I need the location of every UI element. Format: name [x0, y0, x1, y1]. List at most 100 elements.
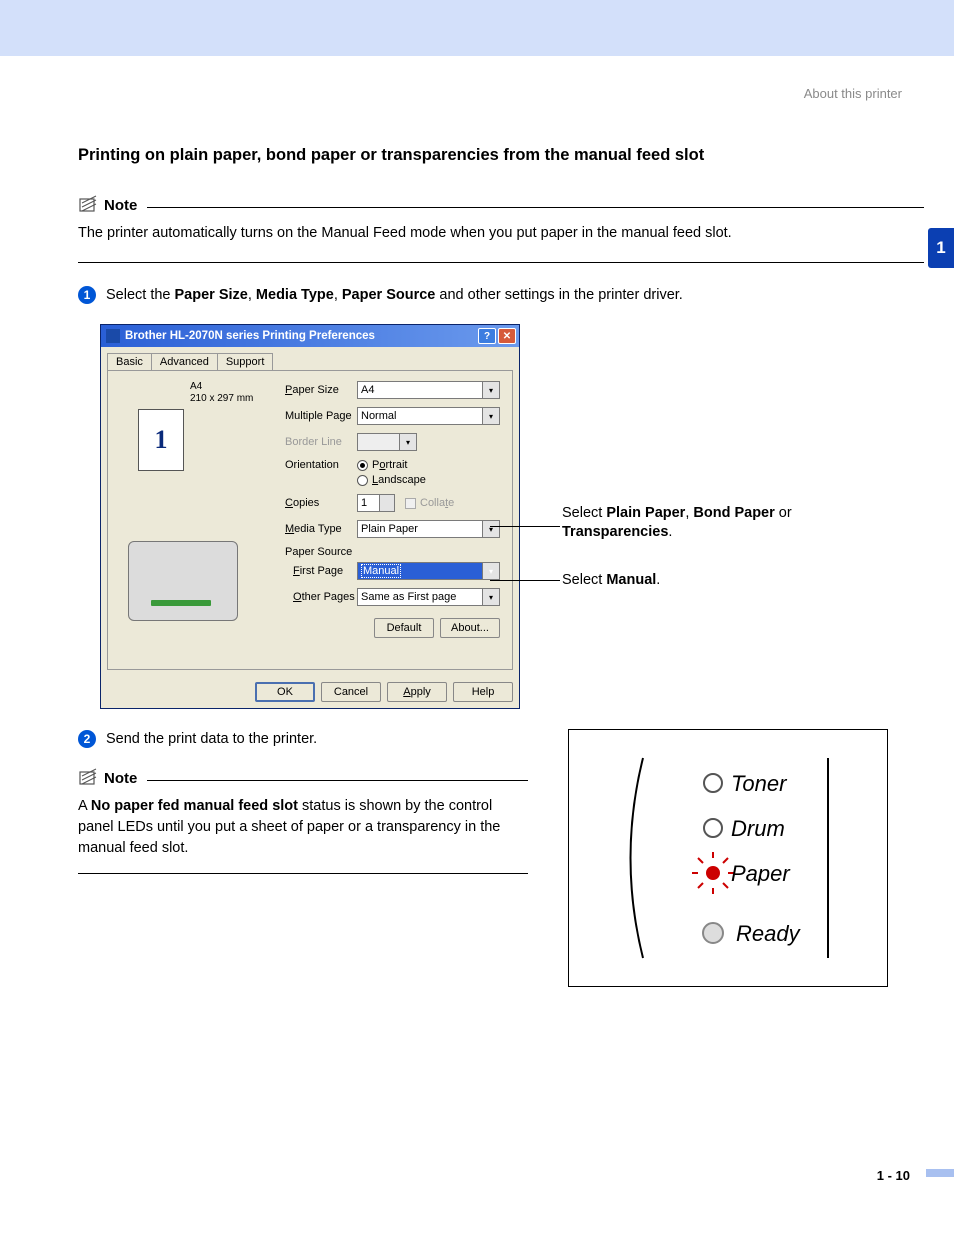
about-button[interactable]: About...	[440, 618, 500, 638]
app-icon	[106, 329, 120, 343]
note-block-1: Note The printer automatically turns on …	[78, 195, 924, 244]
close-icon[interactable]: ✕	[498, 328, 516, 344]
t: .	[656, 572, 660, 588]
tab-strip: Basic Advanced Support	[101, 347, 519, 370]
v: Normal	[361, 410, 396, 422]
tab-panel-basic: A4 210 x 297 mm 1 Paper Size A4 Multiple…	[107, 370, 513, 670]
combo-media-type[interactable]: Plain Paper	[357, 520, 500, 538]
v: A4	[361, 384, 374, 396]
tab-basic[interactable]: Basic	[107, 353, 152, 370]
t: Paper Size	[175, 287, 248, 303]
label-copies: Copies	[285, 497, 357, 509]
combo-border-line	[357, 433, 417, 451]
header-band	[0, 0, 954, 56]
t: Paper Source	[342, 287, 436, 303]
label-other-pages: Other Pages	[285, 591, 357, 603]
label-border-line: Border Line	[285, 436, 357, 448]
tab-support[interactable]: Support	[217, 353, 274, 370]
note-body-2: A No paper fed manual feed slot status i…	[78, 796, 528, 859]
note-block-2: Note A No paper fed manual feed slot sta…	[78, 768, 528, 859]
t: A	[78, 798, 91, 814]
page-content: About this printer Printing on plain pap…	[0, 56, 954, 987]
breadcrumb: About this printer	[78, 86, 902, 101]
combo-first-page[interactable]: Manual	[357, 562, 500, 580]
cancel-button[interactable]: Cancel	[321, 682, 381, 702]
note-label: Note	[104, 770, 137, 787]
pencil-note-icon	[78, 768, 98, 788]
window-title: Brother HL-2070N series Printing Prefere…	[125, 330, 476, 342]
paper-dims: 210 x 297 mm	[190, 393, 270, 405]
checkbox-collate: Collate	[405, 497, 454, 509]
apply-button[interactable]: Apply	[387, 682, 447, 702]
v: Manual	[361, 564, 401, 578]
t: Bond Paper	[693, 505, 774, 521]
step2-row: 2 Send the print data to the printer. No…	[78, 729, 924, 987]
t: No paper fed manual feed slot	[91, 798, 298, 814]
t: Manual	[606, 572, 656, 588]
t: ,	[334, 287, 342, 303]
divider	[78, 873, 528, 874]
v: 1	[361, 497, 367, 509]
label-multiple-page: Multiple Page	[285, 410, 357, 422]
step-bullet-1: 1	[78, 286, 96, 304]
paper-preview: 1	[138, 409, 184, 471]
note-rule	[147, 207, 924, 208]
t: ,	[248, 287, 256, 303]
figure-area: Brother HL-2070N series Printing Prefere…	[100, 324, 924, 709]
help-button[interactable]: Help	[453, 682, 513, 702]
pencil-note-icon	[78, 195, 98, 215]
t: and other settings in the printer driver…	[435, 287, 682, 303]
note-label: Note	[104, 197, 137, 214]
paper-page-num: 1	[155, 425, 168, 455]
page-number: 1 - 10	[877, 1168, 910, 1183]
callout-line-media	[490, 526, 560, 527]
radio-portrait[interactable]: Portrait	[357, 459, 426, 471]
t: Media Type	[256, 287, 334, 303]
printer-illustration	[128, 541, 238, 621]
t: Plain Paper	[606, 505, 685, 521]
callout-media-type: Select Plain Paper, Bond Paper or Transp…	[562, 504, 882, 542]
note-body-1: The printer automatically turns on the M…	[78, 223, 924, 244]
label-paper-size: Paper Size	[285, 384, 357, 396]
led-toner: Toner	[731, 771, 788, 796]
led-paper: Paper	[731, 861, 791, 886]
led-panel: Toner Drum Paper Ready	[568, 729, 888, 987]
dialog-footer: OK Cancel Apply Help	[101, 676, 519, 708]
led-drum: Drum	[731, 816, 785, 841]
t: Select	[562, 505, 606, 521]
t: or	[775, 505, 792, 521]
step-1: 1 Select the Paper Size, Media Type, Pap…	[78, 285, 924, 306]
note-rule	[147, 780, 528, 781]
titlebar[interactable]: Brother HL-2070N series Printing Prefere…	[101, 325, 519, 347]
combo-other-pages[interactable]: Same as First page	[357, 588, 500, 606]
callout-line-source	[490, 580, 560, 581]
paper-name: A4	[190, 381, 270, 393]
t: .	[668, 524, 672, 540]
step-2: 2 Send the print data to the printer.	[78, 729, 528, 750]
help-button-icon[interactable]: ?	[478, 328, 496, 344]
step-2-text: Send the print data to the printer.	[106, 729, 317, 750]
footer-accent	[926, 1169, 954, 1177]
ok-button[interactable]: OK	[255, 682, 315, 702]
label-media-type: Media Type	[285, 523, 357, 535]
spinner-copies[interactable]: 1	[357, 494, 395, 512]
step-bullet-2: 2	[78, 730, 96, 748]
default-button[interactable]: Default	[374, 618, 434, 638]
radio-landscape[interactable]: Landscape	[357, 474, 426, 486]
combo-paper-size[interactable]: A4	[357, 381, 500, 399]
v: Same as First page	[361, 591, 456, 603]
v: Plain Paper	[361, 523, 418, 535]
printing-preferences-dialog: Brother HL-2070N series Printing Prefere…	[100, 324, 520, 709]
tab-advanced[interactable]: Advanced	[151, 353, 218, 370]
label-first-page: First Page	[285, 565, 357, 577]
divider	[78, 262, 924, 263]
section-title: Printing on plain paper, bond paper or t…	[78, 146, 924, 165]
t: Select	[562, 572, 606, 588]
t: Transparencies	[562, 524, 668, 540]
label-orientation: Orientation	[285, 459, 357, 471]
preview-box: A4 210 x 297 mm 1	[120, 381, 270, 621]
combo-multiple-page[interactable]: Normal	[357, 407, 500, 425]
form-area: Paper Size A4 Multiple Page Normal Borde…	[285, 381, 500, 638]
chapter-tab[interactable]: 1	[928, 228, 954, 268]
t: Select the	[106, 287, 175, 303]
